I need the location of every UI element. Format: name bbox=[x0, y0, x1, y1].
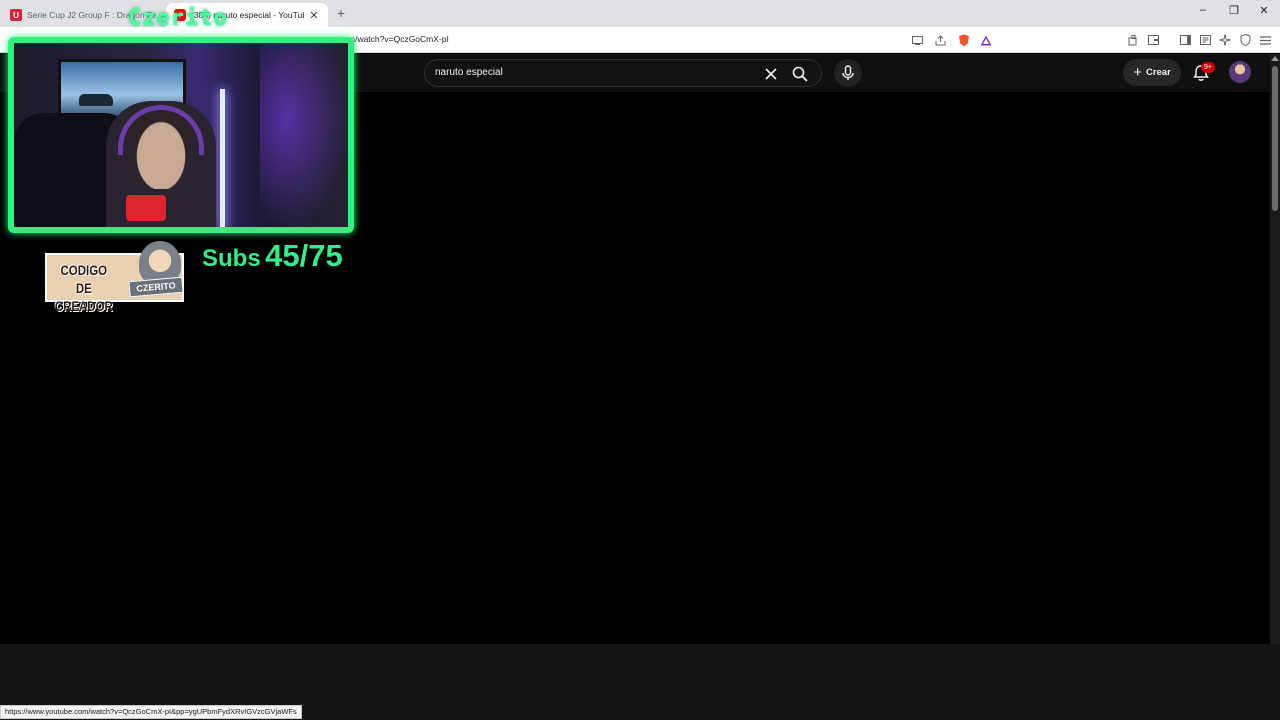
search-icon[interactable] bbox=[791, 65, 809, 83]
search-box[interactable]: naruto especial bbox=[424, 59, 822, 87]
screen: U Serie Cup J2 Group F : Dragon Ball Z (… bbox=[0, 0, 1280, 720]
microphone bbox=[126, 195, 166, 221]
u-logo-icon: U bbox=[10, 9, 22, 21]
new-tab-button[interactable]: + bbox=[334, 5, 348, 21]
subs-counter: Subs 45/75 bbox=[202, 238, 343, 274]
webcam-overlay bbox=[8, 37, 354, 233]
creator-code-line-2: DE CREADOR bbox=[54, 280, 113, 314]
restore-icon[interactable]: ❐ bbox=[1226, 4, 1242, 17]
creator-code-banner: CODIGO DE CREADOR CZERITO bbox=[45, 241, 184, 314]
sidebar-icon[interactable] bbox=[1178, 33, 1192, 47]
creator-code-line-1: CODIGO bbox=[60, 262, 108, 278]
scroll-up-icon[interactable] bbox=[1271, 56, 1279, 61]
create-button[interactable]: + Crear bbox=[1123, 59, 1181, 86]
creator-tag: CZERITO bbox=[128, 276, 184, 298]
status-bar-url: https://www.youtube.com/watch?v=QczGoCmX… bbox=[0, 705, 302, 719]
led-light bbox=[220, 89, 225, 227]
avatar[interactable] bbox=[1229, 61, 1251, 83]
brave-shield-icon[interactable] bbox=[957, 33, 971, 47]
address-bar-url[interactable]: m/watch?v=QczGoCmX-pI bbox=[348, 34, 449, 44]
rewards-icon[interactable] bbox=[979, 33, 993, 47]
clear-search-icon[interactable] bbox=[762, 65, 780, 83]
minimize-icon[interactable]: – bbox=[1195, 4, 1211, 16]
search-input[interactable]: naruto especial bbox=[435, 67, 503, 78]
playlist-icon[interactable] bbox=[1198, 33, 1212, 47]
create-button-label: Crear bbox=[1145, 67, 1171, 78]
scrollbar-thumb[interactable] bbox=[1272, 66, 1278, 211]
plus-icon: + bbox=[1133, 64, 1142, 81]
voice-search-button[interactable] bbox=[834, 59, 862, 87]
close-tab-icon[interactable]: ✕ bbox=[308, 9, 320, 22]
subs-label: Subs bbox=[202, 245, 261, 272]
leo-ai-icon[interactable] bbox=[1218, 33, 1232, 47]
wallet-icon[interactable] bbox=[1146, 33, 1160, 47]
streamer-watermark: Czerito bbox=[128, 6, 228, 31]
notification-count-badge: 9+ bbox=[1201, 62, 1215, 73]
cast-icon[interactable] bbox=[910, 33, 924, 47]
creator-code-text: CODIGO DE CREADOR bbox=[51, 261, 117, 315]
microphone-icon bbox=[842, 65, 854, 80]
extensions-icon[interactable] bbox=[1126, 33, 1140, 47]
subs-count: 45/75 bbox=[265, 238, 343, 273]
menu-icon[interactable] bbox=[1258, 33, 1272, 47]
window-close-icon[interactable]: ✕ bbox=[1256, 4, 1272, 17]
page-scrollbar[interactable] bbox=[1270, 54, 1280, 644]
vpn-shield-icon[interactable] bbox=[1238, 33, 1252, 47]
share-icon[interactable] bbox=[933, 33, 947, 47]
